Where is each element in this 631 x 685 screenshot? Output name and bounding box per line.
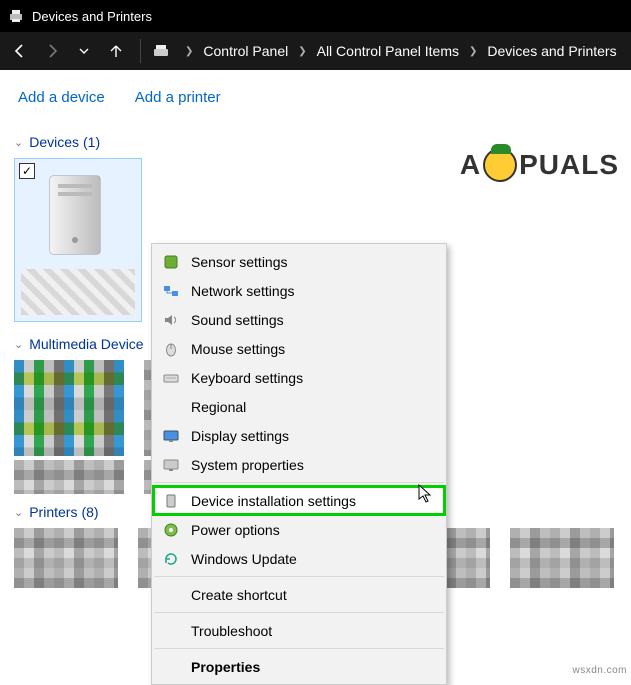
device-thumb-redacted bbox=[14, 360, 124, 456]
site-credit: wsxdn.com bbox=[572, 665, 627, 676]
section-label: Multimedia Device bbox=[29, 336, 143, 352]
menu-item-system-properties[interactable]: System properties bbox=[153, 450, 445, 479]
keyboard-icon bbox=[161, 368, 181, 388]
menu-label: System properties bbox=[191, 457, 304, 473]
sound-icon bbox=[161, 310, 181, 330]
sensor-icon bbox=[161, 252, 181, 272]
navigation-bar: ❯ Control Panel ❯ All Control Panel Item… bbox=[0, 32, 631, 70]
divider bbox=[140, 39, 141, 63]
tower-icon bbox=[161, 491, 181, 511]
menu-label: Create shortcut bbox=[191, 587, 287, 603]
forward-button[interactable] bbox=[40, 39, 64, 63]
menu-item-power-options[interactable]: Power options bbox=[153, 515, 445, 544]
blank-icon bbox=[161, 621, 181, 641]
titlebar: Devices and Printers bbox=[0, 0, 631, 32]
menu-separator bbox=[154, 576, 444, 577]
blank-icon bbox=[161, 657, 181, 677]
command-bar: Add a device Add a printer bbox=[0, 70, 631, 124]
back-button[interactable] bbox=[8, 39, 32, 63]
menu-item-sensor-settings[interactable]: Sensor settings bbox=[153, 247, 445, 276]
mascot-icon bbox=[483, 148, 517, 182]
device-checkbox[interactable]: ✓ bbox=[19, 163, 35, 179]
watermark-appuals: A PUALS bbox=[460, 148, 619, 182]
menu-label: Windows Update bbox=[191, 551, 297, 567]
menu-item-sound-settings[interactable]: Sound settings bbox=[153, 305, 445, 334]
menu-separator bbox=[154, 612, 444, 613]
menu-item-regional[interactable]: Regional bbox=[153, 392, 445, 421]
menu-item-mouse-settings[interactable]: Mouse settings bbox=[153, 334, 445, 363]
add-device-link[interactable]: Add a device bbox=[18, 89, 105, 106]
list-item[interactable] bbox=[14, 360, 124, 494]
chevron-right-icon[interactable]: ❯ bbox=[179, 46, 199, 57]
device-tile-this-pc[interactable]: ✓ bbox=[14, 158, 142, 322]
breadcrumb-devices-printers[interactable]: Devices and Printers bbox=[483, 43, 620, 59]
menu-item-display-settings[interactable]: Display settings bbox=[153, 421, 445, 450]
network-icon bbox=[161, 281, 181, 301]
system-icon bbox=[161, 455, 181, 475]
menu-label: Network settings bbox=[191, 283, 294, 299]
list-item[interactable] bbox=[14, 528, 118, 588]
menu-label: Regional bbox=[191, 399, 246, 415]
context-menu: Sensor settings Network settings Sound s… bbox=[151, 243, 447, 685]
breadcrumb-control-panel[interactable]: Control Panel bbox=[199, 43, 292, 59]
menu-item-troubleshoot[interactable]: Troubleshoot bbox=[153, 616, 445, 645]
mouse-icon bbox=[161, 339, 181, 359]
location-icon bbox=[151, 41, 171, 61]
display-icon bbox=[161, 426, 181, 446]
menu-item-keyboard-settings[interactable]: Keyboard settings bbox=[153, 363, 445, 392]
power-icon bbox=[161, 520, 181, 540]
menu-item-properties[interactable]: Properties bbox=[153, 652, 445, 681]
chevron-right-icon[interactable]: ❯ bbox=[463, 46, 483, 57]
menu-separator bbox=[154, 482, 444, 483]
blank-icon bbox=[161, 585, 181, 605]
up-button[interactable] bbox=[104, 39, 128, 63]
window-title: Devices and Printers bbox=[32, 9, 152, 24]
menu-item-create-shortcut[interactable]: Create shortcut bbox=[153, 580, 445, 609]
chevron-down-icon: ⌄ bbox=[14, 506, 23, 519]
menu-label: Power options bbox=[191, 522, 280, 538]
menu-item-network-settings[interactable]: Network settings bbox=[153, 276, 445, 305]
menu-label: Troubleshoot bbox=[191, 623, 272, 639]
add-printer-link[interactable]: Add a printer bbox=[135, 89, 221, 106]
menu-label: Sound settings bbox=[191, 312, 284, 328]
chevron-down-icon: ⌄ bbox=[14, 136, 23, 149]
blank-icon bbox=[161, 397, 181, 417]
chevron-right-icon[interactable]: ❯ bbox=[292, 46, 312, 57]
menu-item-windows-update[interactable]: Windows Update bbox=[153, 544, 445, 573]
menu-item-device-installation-settings[interactable]: Device installation settings bbox=[153, 486, 445, 515]
menu-label: Keyboard settings bbox=[191, 370, 303, 386]
device-name-redacted bbox=[21, 269, 135, 315]
list-item[interactable] bbox=[510, 528, 614, 588]
section-count: (1) bbox=[83, 134, 100, 150]
watermark-text: PUALS bbox=[519, 149, 619, 181]
update-icon bbox=[161, 549, 181, 569]
menu-label: Mouse settings bbox=[191, 341, 285, 357]
printer-app-icon bbox=[8, 8, 24, 24]
menu-label: Display settings bbox=[191, 428, 289, 444]
section-count: (8) bbox=[81, 504, 98, 520]
watermark-text: A bbox=[460, 149, 481, 181]
section-label: Devices bbox=[29, 134, 79, 150]
menu-separator bbox=[154, 648, 444, 649]
recent-locations-button[interactable] bbox=[72, 39, 96, 63]
section-label: Printers bbox=[29, 504, 77, 520]
menu-label: Sensor settings bbox=[191, 254, 288, 270]
chevron-down-icon: ⌄ bbox=[14, 338, 23, 351]
menu-label: Device installation settings bbox=[191, 493, 356, 509]
device-name-redacted bbox=[14, 460, 124, 494]
menu-label: Properties bbox=[191, 659, 260, 675]
breadcrumb-all-items[interactable]: All Control Panel Items bbox=[313, 43, 463, 59]
computer-tower-icon bbox=[30, 169, 126, 265]
